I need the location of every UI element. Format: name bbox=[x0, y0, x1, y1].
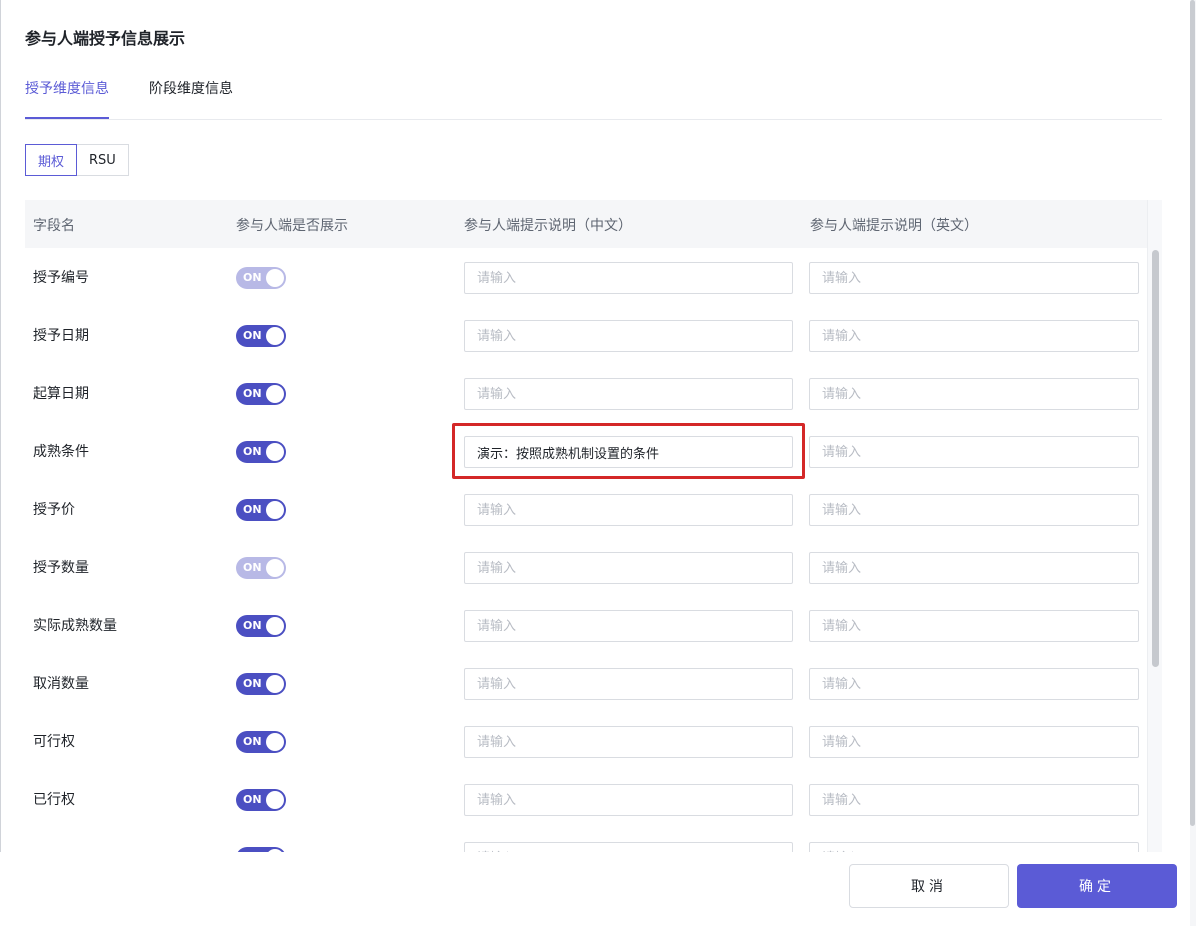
table-row: 授予数量 ON bbox=[25, 538, 1147, 596]
tip-cn-input[interactable] bbox=[464, 610, 793, 642]
toggle-label: ON bbox=[243, 677, 262, 690]
field-name: 取消数量 bbox=[33, 676, 89, 692]
tip-cn-input[interactable] bbox=[464, 320, 793, 352]
show-toggle[interactable]: ON bbox=[236, 789, 286, 811]
show-toggle[interactable]: ON bbox=[236, 499, 286, 521]
tip-en-input[interactable] bbox=[809, 668, 1139, 700]
toggle-label: ON bbox=[243, 387, 262, 400]
toggle-knob bbox=[266, 443, 284, 461]
table-row: 授予日期 ON bbox=[25, 306, 1147, 364]
header-show-toggle: 参与人端是否展示 bbox=[236, 218, 348, 234]
tip-cn-input[interactable] bbox=[464, 552, 793, 584]
tip-cn-input[interactable] bbox=[464, 726, 793, 758]
tip-en-input[interactable] bbox=[809, 378, 1139, 410]
show-toggle: ON bbox=[236, 267, 286, 289]
segment-rsu[interactable]: RSU bbox=[77, 144, 129, 176]
toggle-knob bbox=[266, 675, 284, 693]
tip-en-input[interactable] bbox=[809, 494, 1139, 526]
show-toggle[interactable]: ON bbox=[236, 325, 286, 347]
header-tip-en: 参与人端提示说明（英文） bbox=[810, 218, 978, 234]
table-row: 可行权 ON bbox=[25, 712, 1147, 770]
table-row: 授予价 ON bbox=[25, 480, 1147, 538]
toggle-label: ON bbox=[243, 793, 262, 806]
table-row: 成熟条件 ON bbox=[25, 422, 1147, 480]
table-row: 授予编号 ON bbox=[25, 248, 1147, 306]
table-row: ON bbox=[25, 828, 1147, 852]
table-row: 起算日期 ON bbox=[25, 364, 1147, 422]
show-toggle[interactable]: ON bbox=[236, 731, 286, 753]
field-name: 成熟条件 bbox=[33, 444, 89, 460]
toggle-label: ON bbox=[243, 329, 262, 342]
toggle-knob bbox=[266, 269, 284, 287]
tip-cn-input[interactable] bbox=[464, 262, 793, 294]
dialog-footer bbox=[0, 852, 1190, 926]
field-name: 授予价 bbox=[33, 502, 75, 518]
field-name: 可行权 bbox=[33, 734, 75, 750]
toggle-knob bbox=[266, 617, 284, 635]
table-scrollbar-thumb[interactable] bbox=[1152, 250, 1159, 667]
field-name: 授予日期 bbox=[33, 328, 89, 344]
toggle-knob bbox=[266, 501, 284, 519]
field-name: 授予编号 bbox=[33, 270, 89, 286]
segment-option[interactable]: 期权 bbox=[25, 144, 78, 176]
table-row: 已行权 ON bbox=[25, 770, 1147, 828]
field-name: 授予数量 bbox=[33, 560, 89, 576]
active-tab-indicator bbox=[25, 117, 109, 119]
table-header: 字段名 参与人端是否展示 参与人端提示说明（中文） 参与人端提示说明（英文） bbox=[25, 200, 1147, 248]
dialog-left-border bbox=[0, 0, 1, 926]
toggle-knob bbox=[266, 559, 284, 577]
toggle-knob bbox=[266, 791, 284, 809]
show-toggle[interactable]: ON bbox=[236, 441, 286, 463]
toggle-label: ON bbox=[243, 503, 262, 516]
tip-cn-input[interactable] bbox=[464, 378, 793, 410]
toggle-label: ON bbox=[243, 445, 262, 458]
field-name: 实际成熟数量 bbox=[33, 618, 117, 634]
tip-en-input[interactable] bbox=[809, 262, 1139, 294]
tip-cn-input[interactable] bbox=[464, 436, 793, 468]
toggle-knob bbox=[266, 327, 284, 345]
show-toggle[interactable]: ON bbox=[236, 383, 286, 405]
tip-cn-input[interactable] bbox=[464, 494, 793, 526]
tip-en-input[interactable] bbox=[809, 726, 1139, 758]
tip-en-input[interactable] bbox=[809, 552, 1139, 584]
header-tip-cn: 参与人端提示说明（中文） bbox=[464, 218, 632, 234]
toggle-label: ON bbox=[243, 735, 262, 748]
field-config-table: 字段名 参与人端是否展示 参与人端提示说明（中文） 参与人端提示说明（英文） 授… bbox=[25, 200, 1162, 852]
page-scrollbar-thumb[interactable] bbox=[1190, 0, 1195, 826]
tip-en-input[interactable] bbox=[809, 320, 1139, 352]
tip-cn-input[interactable] bbox=[464, 668, 793, 700]
dialog-title: 参与人端授予信息展示 bbox=[25, 29, 186, 48]
table-row: 取消数量 ON bbox=[25, 654, 1147, 712]
header-field-name: 字段名 bbox=[33, 218, 75, 234]
tip-en-input[interactable] bbox=[809, 436, 1139, 468]
tip-en-input[interactable] bbox=[809, 784, 1139, 816]
toggle-label: ON bbox=[243, 561, 262, 574]
field-name: 已行权 bbox=[33, 792, 75, 808]
tab-bar: 授予维度信息 阶段维度信息 bbox=[25, 68, 1162, 120]
table-row: 实际成熟数量 ON bbox=[25, 596, 1147, 654]
page-scrollbar-track[interactable] bbox=[1190, 0, 1196, 926]
tab-grant-dimension[interactable]: 授予维度信息 bbox=[25, 78, 109, 98]
tip-cn-input[interactable] bbox=[464, 784, 793, 816]
show-toggle[interactable]: ON bbox=[236, 673, 286, 695]
tab-stage-dimension[interactable]: 阶段维度信息 bbox=[149, 78, 233, 98]
tip-en-input[interactable] bbox=[809, 610, 1139, 642]
confirm-button[interactable]: 确定 bbox=[1017, 864, 1177, 908]
cancel-button[interactable]: 取消 bbox=[849, 864, 1009, 908]
toggle-knob bbox=[266, 733, 284, 751]
show-toggle[interactable]: ON bbox=[236, 615, 286, 637]
tip-en-input[interactable] bbox=[809, 842, 1139, 852]
show-toggle: ON bbox=[236, 557, 286, 579]
toggle-knob bbox=[266, 385, 284, 403]
toggle-label: ON bbox=[243, 619, 262, 632]
tip-cn-input[interactable] bbox=[464, 842, 793, 852]
field-name: 起算日期 bbox=[33, 386, 89, 402]
toggle-label: ON bbox=[243, 271, 262, 284]
equity-type-switch: 期权 RSU bbox=[25, 144, 129, 176]
